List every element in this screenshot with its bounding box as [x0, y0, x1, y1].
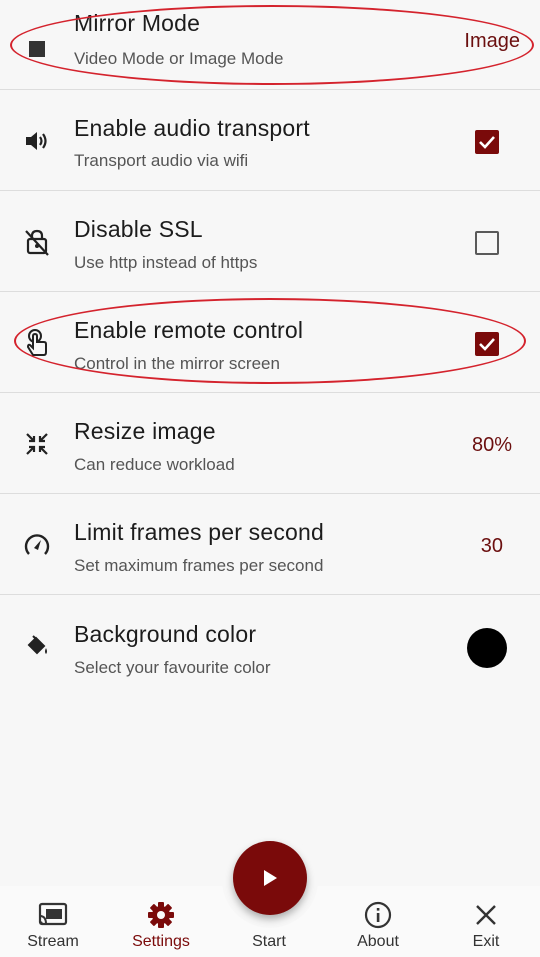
info-icon	[363, 900, 393, 930]
lock-off-icon	[22, 227, 52, 257]
nav-stream[interactable]: Stream	[3, 886, 103, 957]
setting-subtitle: Can reduce workload	[74, 455, 235, 474]
setting-subtitle: Video Mode or Image Mode	[74, 49, 284, 68]
close-icon	[471, 900, 501, 930]
resize-icon	[22, 429, 52, 459]
paint-bucket-icon	[22, 631, 52, 661]
speedometer-icon	[22, 530, 52, 560]
mirror-mode-value: Image	[464, 30, 520, 52]
setting-title: Enable audio transport	[74, 115, 310, 141]
setting-title: Limit frames per second	[74, 519, 325, 545]
setting-mirror-mode[interactable]: Mirror Mode Video Mode or Image Mode Ima…	[0, 0, 540, 90]
setting-remote-control[interactable]: Enable remote control Control in the mir…	[0, 293, 540, 393]
setting-limit-fps[interactable]: Limit frames per second Set maximum fram…	[0, 495, 540, 595]
setting-resize-image[interactable]: Resize image Can reduce workload 80%	[0, 394, 540, 494]
nav-label: Settings	[132, 933, 190, 950]
setting-background-color[interactable]: Background color Select your favourite c…	[0, 596, 540, 696]
setting-subtitle: Set maximum frames per second	[74, 556, 324, 575]
setting-title: Background color	[74, 621, 257, 647]
setting-audio-transport[interactable]: Enable audio transport Transport audio v…	[0, 91, 540, 191]
setting-title: Resize image	[74, 418, 216, 444]
audio-transport-checkbox[interactable]	[475, 130, 499, 154]
cast-icon	[38, 900, 68, 930]
fps-value: 30	[480, 535, 503, 557]
speaker-icon	[22, 126, 52, 156]
setting-subtitle: Control in the mirror screen	[74, 354, 280, 373]
setting-title: Enable remote control	[74, 317, 304, 343]
setting-title: Disable SSL	[74, 216, 203, 242]
nav-label: Stream	[27, 933, 79, 950]
nav-label: Start	[252, 933, 286, 950]
resize-value: 80%	[471, 434, 512, 456]
setting-subtitle: Use http instead of https	[74, 253, 258, 272]
setting-title: Mirror Mode	[74, 10, 201, 36]
nav-settings[interactable]: Settings	[111, 886, 211, 957]
nav-exit[interactable]: Exit	[436, 886, 536, 957]
setting-disable-ssl[interactable]: Disable SSL Use http instead of https	[0, 192, 540, 292]
gear-icon	[146, 900, 176, 930]
play-icon	[262, 869, 278, 887]
nav-label: Exit	[472, 933, 500, 950]
remote-control-checkbox[interactable]	[475, 332, 499, 356]
setting-subtitle: Transport audio via wifi	[74, 151, 249, 170]
start-button[interactable]	[233, 841, 307, 915]
nav-label: About	[357, 933, 399, 950]
touch-icon	[22, 328, 52, 358]
setting-subtitle: Select your favourite color	[74, 658, 271, 677]
nav-about[interactable]: About	[328, 886, 428, 957]
background-color-swatch[interactable]	[467, 628, 507, 668]
square-icon	[22, 34, 52, 64]
disable-ssl-checkbox[interactable]	[475, 231, 499, 255]
